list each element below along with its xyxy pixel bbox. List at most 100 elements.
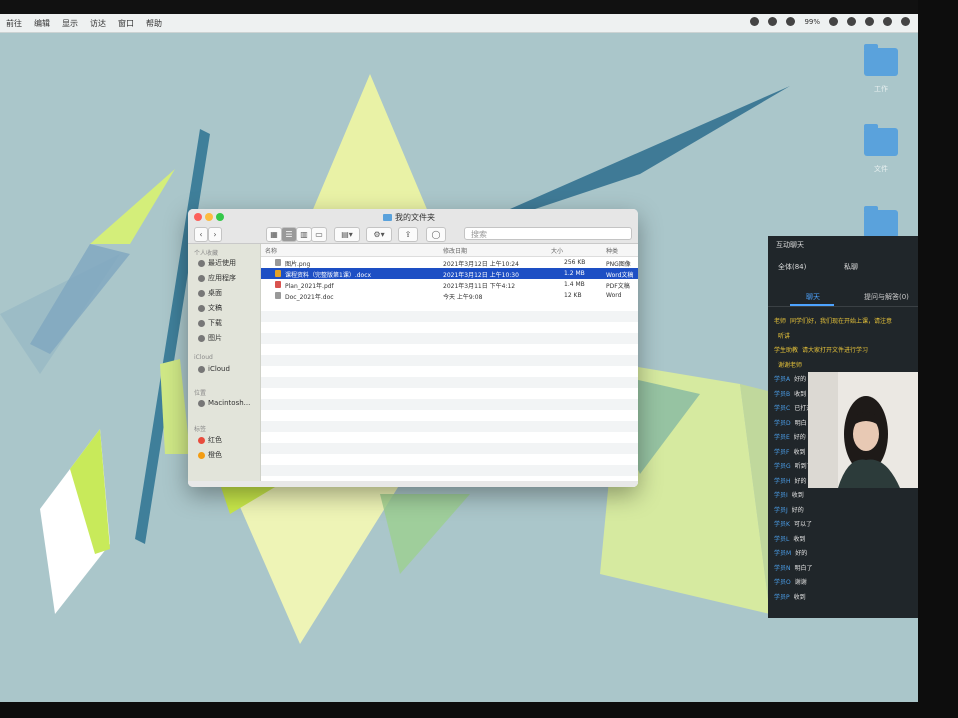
siri-icon[interactable] [883,17,892,26]
sidebar-item-applications[interactable]: 应用程序 [198,273,236,283]
table-row[interactable]: 图片.png 2021年3月12日 上午10:24 256 KB PNG图像 [261,257,638,268]
chat-audience-selector[interactable]: 全体(84) [778,262,806,272]
chat-message-sender[interactable]: 学员J [774,507,788,514]
column-size[interactable]: 大小 [551,246,563,255]
chat-message-sender[interactable]: 学员P [774,594,790,601]
file-name: Plan_2021年.pdf [285,283,334,290]
finder-sidebar: 个人收藏 最近使用 应用程序 桌面 文稿 下载 图片 iCloud iCloud… [188,244,261,487]
title-bar[interactable]: 我的文件夹 [188,209,638,225]
group-button[interactable]: ▤▾ [334,227,360,242]
table-row[interactable]: Doc_2021年.doc 今天 上午9:08 12 KB Word [261,290,638,301]
column-date-modified[interactable]: 修改日期 [443,246,467,255]
sidebar-item-tag-red[interactable]: 红色 [198,435,222,445]
back-button[interactable]: ‹ [194,227,208,242]
desktop-folder-icon[interactable] [864,124,898,156]
file-kind: PDF文稿 [606,283,630,290]
sidebar-item-downloads[interactable]: 下载 [198,318,222,328]
horizontal-scrollbar[interactable] [188,481,638,487]
file-name: Doc_2021年.doc [285,294,334,301]
gallery-view-button[interactable]: ▭ [311,227,327,242]
control-center-icon[interactable] [901,17,910,26]
chat-message-text: 谢谢 [794,579,807,586]
forward-button[interactable]: › [208,227,222,242]
chat-message-text: 请大家打开文件进行学习 [802,347,869,354]
column-name[interactable]: 名称 [265,246,277,255]
menu-item-window[interactable]: 窗口 [118,18,134,29]
file-icon [275,292,281,299]
sidebar-item-recents[interactable]: 最近使用 [198,258,236,268]
screen-border [0,702,918,718]
menu-item-view[interactable]: 显示 [62,18,78,29]
icon-view-button[interactable]: ▦ [266,227,282,242]
chat-message-text: 同学们好，我们现在开始上课，请注意 [790,318,893,325]
minimize-button[interactable] [205,213,213,221]
sidebar-section-locations: 位置 [194,390,207,397]
menu-item-help[interactable]: 帮助 [146,18,162,29]
chat-message-sender[interactable]: 学员H [774,478,791,485]
sidebar-item-documents[interactable]: 文稿 [198,303,222,313]
wifi-icon[interactable] [786,17,796,26]
desktop-folder-icon[interactable] [864,206,898,238]
column-kind[interactable]: 种类 [606,246,618,255]
file-kind: PNG图像 [606,261,631,268]
chat-message-sender[interactable]: 学员D [774,420,791,427]
desktop-screen: 前往 编辑 显示 访达 窗口 帮助 99% 工作 文件 我的文件夹 ‹ › ▦ … [0,14,918,702]
chat-message-sender[interactable]: 老师 [774,318,786,325]
chat-message: 学员O 谢谢 [774,577,807,586]
menu-item-go[interactable]: 前往 [6,18,22,29]
chat-message-sender[interactable]: 学员F [774,449,789,456]
input-method-icon[interactable] [847,17,856,26]
chat-message-sender[interactable]: 学员C [774,405,790,412]
file-name: 图片.png [285,261,311,268]
table-row-selected[interactable]: 课程资料（完整版第1课）.docx 2021年3月12日 上午10:30 1.2… [261,268,638,279]
download-icon [198,319,205,327]
file-size: 256 KB [564,259,586,266]
chat-message-sender[interactable]: 学员N [774,565,791,572]
zoom-button[interactable] [216,213,224,221]
chat-message: 学员G 听到了 [774,461,813,470]
chat-message-sender[interactable]: 学员B [774,391,790,398]
chat-message-sender[interactable]: 学员M [774,550,791,557]
chat-message-sender[interactable]: 学员I [774,492,788,499]
chat-message-sender[interactable]: 学生助教 [774,347,798,354]
status-icon[interactable] [750,17,760,26]
menu-item-edit[interactable]: 编辑 [34,18,50,29]
close-button[interactable] [194,213,202,221]
menu-item-finder[interactable]: 访达 [90,18,106,29]
action-button[interactable]: ⚙▾ [366,227,392,242]
desktop-folder-icon[interactable] [864,44,898,76]
spotlight-icon[interactable] [865,17,874,26]
sidebar-item-icloud-drive[interactable]: iCloud [198,365,230,373]
sidebar-item-pictures[interactable]: 图片 [198,333,222,343]
file-size: 12 KB [564,292,582,299]
sidebar-item-tag-orange[interactable]: 橙色 [198,450,222,460]
webcam-video [808,372,918,488]
table-row[interactable]: Plan_2021年.pdf 2021年3月11日 下午4:12 1.4 MB … [261,279,638,290]
tab-qa[interactable]: 提问与解答(0) [864,292,909,302]
file-kind: Word [606,292,622,299]
chat-private-selector[interactable]: 私聊 [844,262,858,272]
tag-button[interactable]: ◯ [426,227,446,242]
presenter-avatar [808,372,918,488]
chat-message-sender[interactable]: 学员L [774,536,789,543]
document-icon [198,304,205,312]
list-view-button[interactable]: ☰ [281,227,297,242]
sidebar-item-macintosh-hd[interactable]: Macintosh... [198,399,250,407]
battery-icon[interactable] [829,17,838,26]
chat-message-sender[interactable]: 学员E [774,434,790,441]
chat-message-sender[interactable]: 学员G [774,463,791,470]
column-header: 名称 修改日期 大小 种类 [261,244,638,257]
search-input[interactable]: 搜索 [464,227,632,240]
chat-message-sender[interactable]: 学员A [774,376,790,383]
orange-tag-icon [198,451,205,459]
chat-message: 学员I 收到 [774,490,804,499]
chat-message-sender[interactable]: 学员O [774,579,791,586]
chat-message: 谢谢老师 [774,360,802,369]
chat-message: 学生助教 请大家打开文件进行学习 [774,345,868,354]
chat-message-sender[interactable]: 学员K [774,521,790,528]
volume-icon[interactable] [768,17,778,26]
share-button[interactable]: ⇪ [398,227,418,242]
sidebar-item-desktop[interactable]: 桌面 [198,288,222,298]
column-view-button[interactable]: ▥ [296,227,312,242]
tab-chat[interactable]: 聊天 [806,292,820,302]
